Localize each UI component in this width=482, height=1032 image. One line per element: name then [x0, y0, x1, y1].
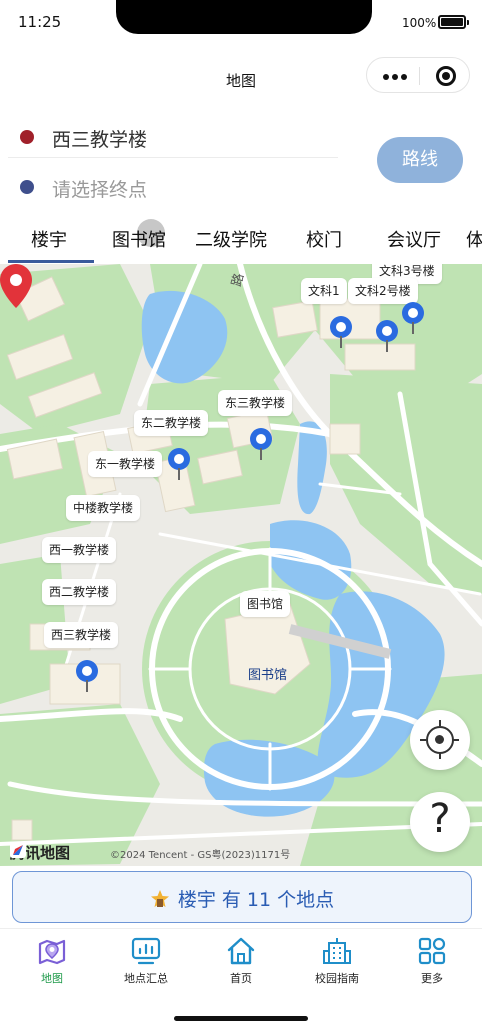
route-start-text: 西三教学楼	[52, 129, 148, 151]
location-pin-icon[interactable]	[250, 428, 272, 460]
active-tab-indicator	[8, 260, 94, 263]
poi-label[interactable]: 西二教学楼	[42, 579, 117, 605]
library-marker-label: 图书馆	[248, 668, 288, 683]
bottom-tabbar: 地图 地点汇总 首页 校园指南 更多	[0, 928, 482, 994]
battery-icon	[438, 15, 469, 29]
poi-label[interactable]: 文科1	[301, 278, 347, 304]
locate-icon	[420, 720, 459, 759]
poi-label[interactable]: 西一教学楼	[42, 537, 117, 563]
tabbar-item-guide[interactable]: 校园指南	[292, 935, 382, 986]
help-button[interactable]: ?	[410, 792, 470, 852]
library-marker-icon[interactable]	[0, 264, 32, 308]
route-button[interactable]: 路线	[377, 137, 463, 183]
poi-label[interactable]: 文科2号楼	[348, 278, 418, 304]
capsule-divider	[419, 67, 420, 85]
location-pin-icon[interactable]	[76, 660, 98, 692]
tabbar-label: 更多	[421, 972, 443, 985]
tab-colleges[interactable]: 二级学院	[195, 226, 267, 252]
poi-label[interactable]: 图书馆	[240, 591, 291, 617]
status-time: 11:25	[18, 13, 62, 31]
tabbar-item-more[interactable]: 更多	[387, 935, 477, 986]
end-dot-icon	[20, 180, 34, 194]
route-panel: 西三教学楼 请选择终点 路线	[8, 108, 474, 210]
mini-program-capsule[interactable]	[366, 57, 470, 93]
tabbar-item-summary[interactable]: 地点汇总	[101, 935, 191, 986]
summary-text: 楼宇 有 11 个地点	[177, 889, 335, 911]
tabbar-label: 校园指南	[315, 972, 359, 985]
tabbar-label: 地点汇总	[124, 972, 168, 985]
route-end-field[interactable]: 请选择终点	[8, 166, 338, 208]
tab-meeting-halls[interactable]: 会议厅	[387, 226, 441, 252]
building-star-icon	[150, 890, 169, 907]
category-tabs: 楼宇 图书馆 二级学院 校门 会议厅 体	[0, 214, 482, 264]
map-copyright: ©2024 Tencent - GS粤(2023)1171号	[110, 850, 291, 861]
map-base	[0, 264, 482, 866]
tab-gates[interactable]: 校门	[306, 226, 342, 252]
grid-icon	[418, 937, 446, 965]
start-dot-icon	[20, 130, 34, 144]
location-pin-icon[interactable]	[376, 320, 398, 352]
map-icon	[38, 939, 66, 965]
status-bar: 11:25 100%	[0, 0, 482, 46]
poi-label[interactable]: 西三教学楼	[44, 622, 119, 648]
tab-sports[interactable]: 体	[466, 226, 482, 252]
help-icon: ?	[429, 796, 451, 842]
tab-buildings[interactable]: 楼宇	[31, 226, 67, 252]
location-pin-icon[interactable]	[168, 448, 190, 480]
home-icon	[227, 937, 255, 965]
tabbar-item-map[interactable]: 地图	[7, 935, 97, 986]
poi-label[interactable]: 中楼教学楼	[66, 495, 141, 521]
touch-ripple	[137, 219, 165, 247]
tabbar-label: 地图	[41, 972, 63, 985]
route-start-field[interactable]: 西三教学楼	[8, 116, 338, 158]
locate-button[interactable]	[410, 710, 470, 770]
campus-map[interactable]: 文科3号楼 文科1 文科2号楼 东三教学楼 东二教学楼 东一教学楼 中楼教学楼 …	[0, 264, 482, 866]
camera-notch	[116, 0, 372, 34]
poi-label[interactable]: 东二教学楼	[134, 410, 209, 436]
more-dots-icon[interactable]	[383, 74, 407, 80]
tabbar-label: 首页	[230, 972, 252, 985]
summary-bar[interactable]: 楼宇 有 11 个地点	[12, 871, 472, 923]
route-end-placeholder: 请选择终点	[52, 179, 148, 201]
map-brand: 腾讯地图	[10, 842, 70, 863]
poi-label[interactable]: 东三教学楼	[218, 390, 293, 416]
tabbar-item-home[interactable]: 首页	[196, 935, 286, 986]
close-target-icon[interactable]	[436, 66, 456, 86]
chart-screen-icon	[131, 937, 161, 965]
poi-label[interactable]: 东一教学楼	[88, 451, 163, 477]
tencent-map-logo-icon	[10, 842, 26, 858]
battery-percent: 100%	[402, 16, 437, 30]
home-indicator	[174, 1016, 308, 1021]
building-icon	[323, 938, 351, 964]
location-pin-icon[interactable]	[402, 302, 424, 334]
location-pin-icon[interactable]	[330, 316, 352, 348]
